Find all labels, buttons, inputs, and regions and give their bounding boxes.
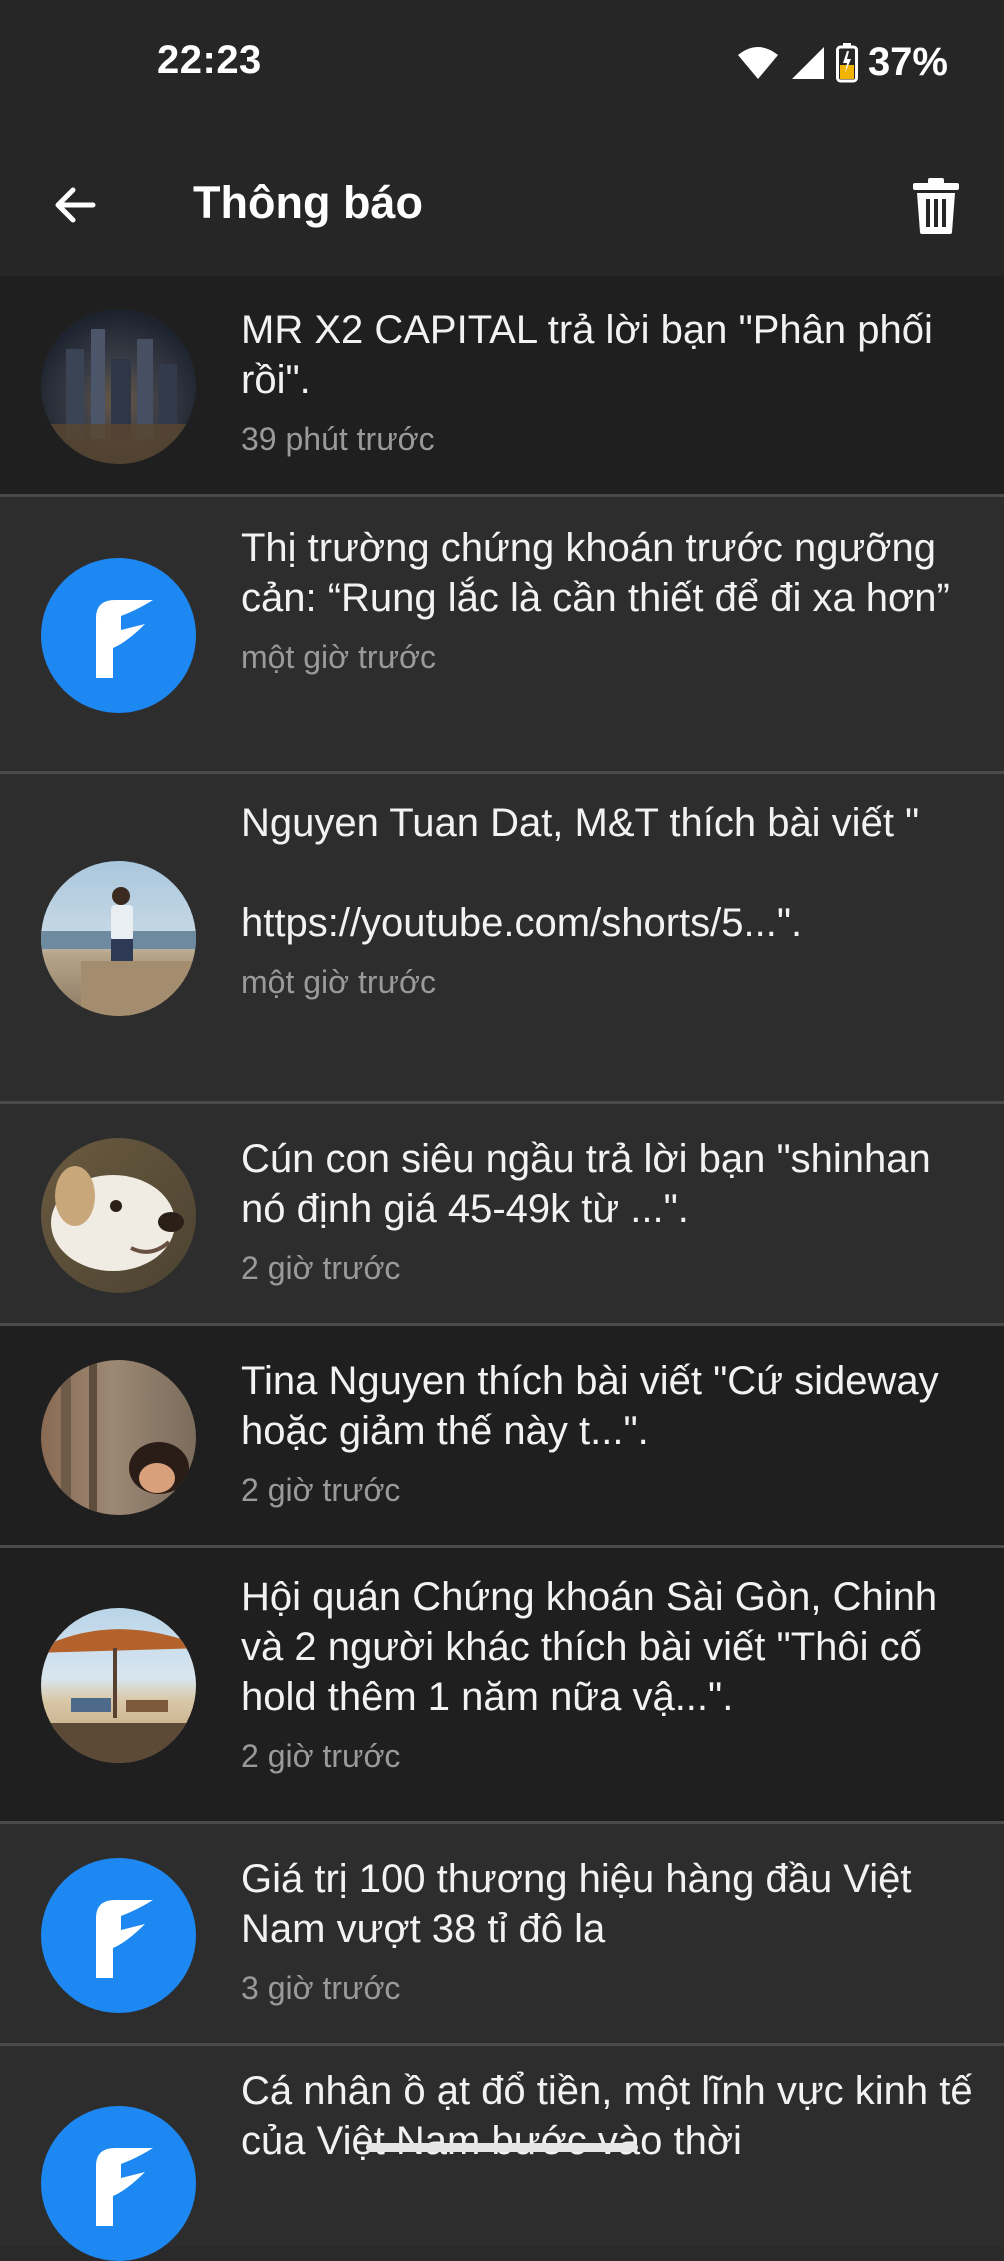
avatar-woman <box>41 1360 196 1515</box>
notification-item[interactable]: Tina Nguyen thích bài viết "Cứ sideway h… <box>0 1326 1004 1548</box>
notification-time: 2 giờ trước <box>241 1250 401 1286</box>
notification-time: một giờ trước <box>241 639 436 675</box>
back-button[interactable] <box>40 170 110 240</box>
notification-time: một giờ trước <box>241 964 436 1000</box>
notification-time: 2 giờ trước <box>241 1472 401 1508</box>
notification-message: Cún con siêu ngầu trả lời bạn "shinhan n… <box>241 1137 931 1231</box>
battery-percent: 37% <box>867 40 948 84</box>
notification-time: 3 giờ trước <box>241 1970 401 2006</box>
notification-list: MR X2 CAPITAL trả lời bạn "Phân phối rồi… <box>0 277 1004 2261</box>
delete-all-button[interactable] <box>898 168 974 244</box>
notification-time: 2 giờ trước <box>241 1738 401 1774</box>
avatar-app-logo <box>41 558 196 713</box>
avatar-app-logo <box>41 2106 196 2261</box>
home-indicator[interactable] <box>366 2143 638 2152</box>
notification-message: Tina Nguyen thích bài viết "Cứ sideway h… <box>241 1359 939 1453</box>
page-title: Thông báo <box>193 177 423 228</box>
notification-item[interactable]: Thị trường chứng khoán trước ngưỡng cản:… <box>0 497 1004 774</box>
notification-time: 39 phút trước <box>241 421 435 457</box>
notification-message: Giá trị 100 thương hiệu hàng đầu Việt Na… <box>241 1857 912 1951</box>
status-icons: 37% <box>736 40 948 85</box>
notification-message: Thị trường chứng khoán trước ngưỡng cản:… <box>241 526 950 620</box>
signal-icon <box>791 46 824 79</box>
avatar-beach <box>41 1608 196 1763</box>
battery-icon <box>835 42 858 82</box>
arrow-left-icon <box>55 187 96 223</box>
avatar-man <box>41 861 196 1016</box>
status-bar: 22:23 37% <box>0 0 1004 130</box>
notification-message: MR X2 CAPITAL trả lời bạn "Phân phối rồi… <box>241 308 933 402</box>
avatar-dog <box>41 1138 196 1293</box>
notification-item[interactable]: Nguyen Tuan Dat, M&T thích bài viết " ht… <box>0 774 1004 1104</box>
status-time: 22:23 <box>157 38 262 82</box>
avatar-app-logo <box>41 1858 196 2013</box>
notification-message: Hội quán Chứng khoán Sài Gòn, Chinh và 2… <box>241 1575 938 1719</box>
notification-item[interactable]: MR X2 CAPITAL trả lời bạn "Phân phối rồi… <box>0 277 1004 497</box>
wifi-icon <box>737 46 778 79</box>
notification-item[interactable]: Giá trị 100 thương hiệu hàng đầu Việt Na… <box>0 1824 1004 2046</box>
trash-icon <box>913 178 959 234</box>
notification-item[interactable]: Hội quán Chứng khoán Sài Gòn, Chinh và 2… <box>0 1548 1004 1824</box>
notification-message: Nguyen Tuan Dat, M&T thích bài viết " ht… <box>241 801 920 945</box>
app-bar: Thông báo <box>0 130 1004 278</box>
avatar-city <box>41 309 196 464</box>
notification-item[interactable]: Cún con siêu ngầu trả lời bạn "shinhan n… <box>0 1104 1004 1326</box>
